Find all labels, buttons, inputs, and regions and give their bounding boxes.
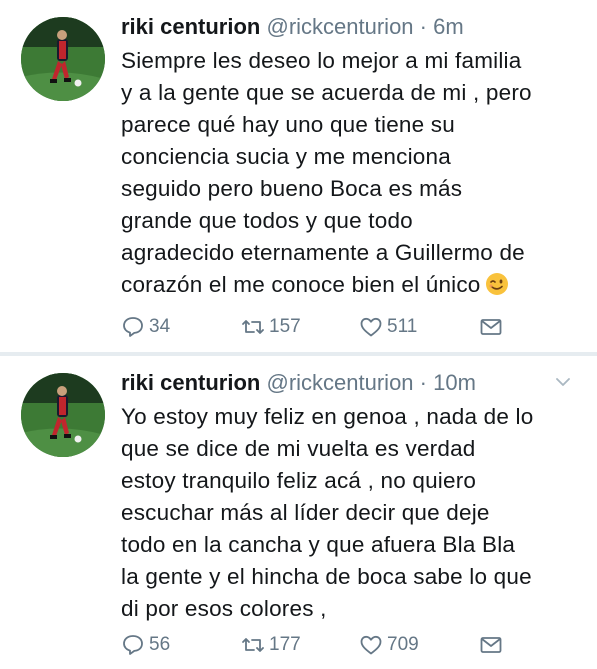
tweet-line: seguido pero bueno Boca es más [121,176,463,201]
direct-message-icon [479,633,503,657]
tweet-line: todo en la cancha y que afuera Bla Bla [121,532,516,557]
avatar[interactable] [21,373,105,457]
retweet-button[interactable]: 157 [241,313,301,341]
like-icon [359,633,383,657]
like-count: 511 [387,316,418,337]
tweet-line: que se dice de mi vuelta es verdad [121,436,476,461]
tweet-line: la gente y el hincha de boca sabe lo que [121,564,532,589]
tweet-line: Siempre les deseo lo mejor a mi familia [121,48,522,73]
like-count: 709 [387,634,419,655]
retweet-button[interactable]: 177 [241,631,301,659]
tweet-line: corazón el me conoce bien el único [121,272,481,297]
tweet-line: conciencia sucia y me menciona [121,144,451,169]
tweet-line: di por esos colores , [121,596,327,621]
tweet-actions: 56 177 709 [121,631,561,659]
retweet-icon [241,633,265,657]
timestamp[interactable]: 6m [433,14,464,39]
author-handle[interactable]: @rickcenturion [266,370,413,395]
reply-icon [121,315,145,339]
tweet-line: estoy tranquilo feliz acá , no quiero [121,468,477,493]
like-icon [359,315,383,339]
author-name[interactable]: riki centurion [121,370,260,395]
separator: · [419,370,427,395]
tweet-line: parece qué hay uno que tiene su [121,112,455,137]
author-name[interactable]: riki centurion [121,14,260,39]
tweet[interactable]: riki centurion @rickcenturion · 6m Siemp… [0,0,597,352]
separator: · [419,14,427,39]
tweet-header: riki centurion @rickcenturion · 6m [121,14,581,42]
tweet-line: Yo estoy muy feliz en genoa , nada de lo [121,404,534,429]
tweet-text: Siempre les deseo lo mejor a mi familia … [121,45,591,301]
tweet-line: escuchar más al líder decir que deje [121,500,490,525]
retweet-count: 157 [269,316,301,337]
tweet-header: riki centurion @rickcenturion · 10m [121,370,581,398]
avatar[interactable] [21,17,105,101]
winking-face-emoji-icon [485,272,509,296]
retweet-icon [241,315,265,339]
reply-icon [121,633,145,657]
reply-button[interactable]: 34 [121,313,170,341]
reply-count: 56 [149,634,171,655]
caret-down-icon[interactable] [551,370,575,394]
direct-message-button[interactable] [479,313,503,341]
tweet-line: y a la gente que se acuerda de mi , pero [121,80,532,105]
tweet[interactable]: riki centurion @rickcenturion · 10m Yo e… [0,356,597,669]
tweet-text: Yo estoy muy feliz en genoa , nada de lo… [121,401,591,625]
reply-button[interactable]: 56 [121,631,170,659]
reply-count: 34 [149,316,171,337]
tweet-line: agradecido eternamente a Guillermo de [121,240,525,265]
tweet-line: grande que todos y que todo [121,208,413,233]
direct-message-button[interactable] [479,631,503,659]
direct-message-icon [479,315,503,339]
tweet-actions: 34 157 511 [121,313,561,341]
like-button[interactable]: 511 [359,313,417,341]
like-button[interactable]: 709 [359,631,419,659]
retweet-count: 177 [269,634,301,655]
author-handle[interactable]: @rickcenturion [266,14,413,39]
timestamp[interactable]: 10m [433,370,476,395]
tweet-line-last: corazón el me conoce bien el único [121,269,591,301]
